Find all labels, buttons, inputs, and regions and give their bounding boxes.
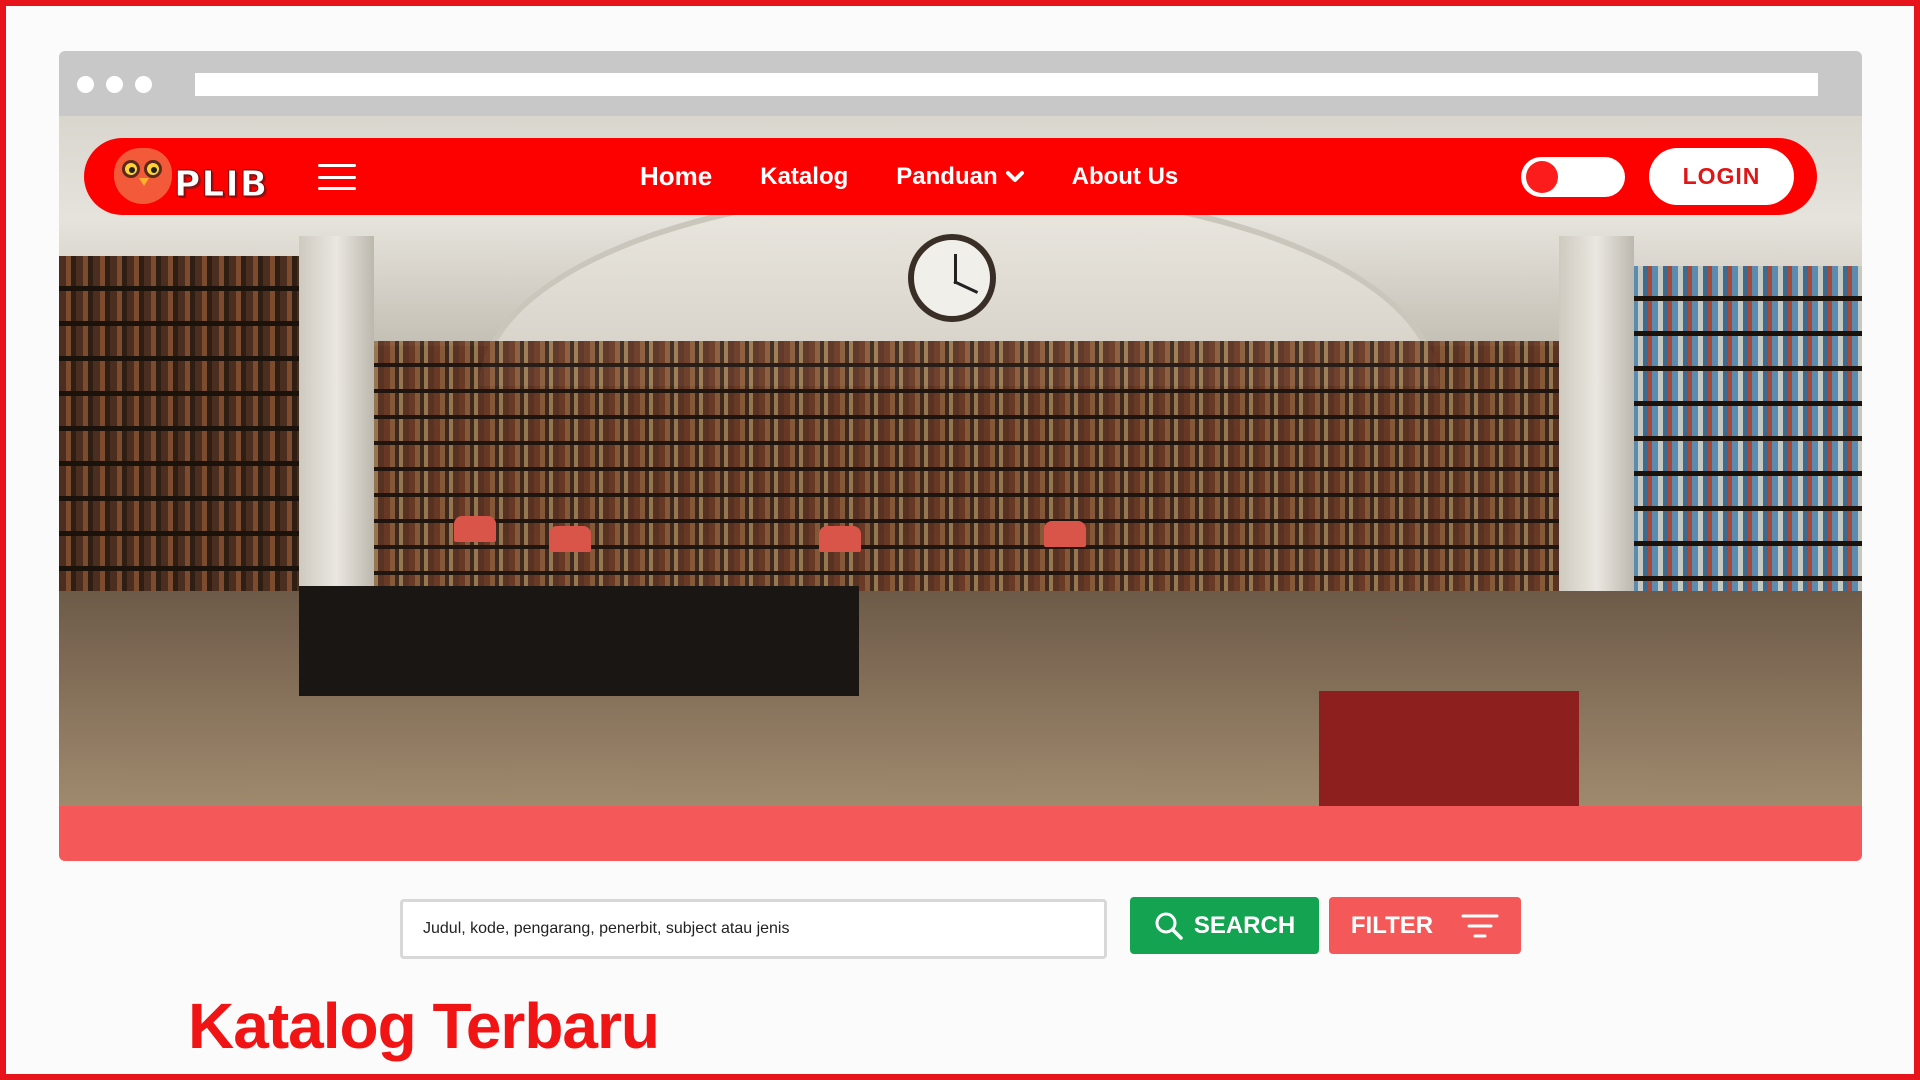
hero-library-image xyxy=(59,116,1862,806)
nav-links: Home Katalog Panduan About Us xyxy=(640,138,1178,215)
window-dot-icon xyxy=(135,76,152,93)
window-dot-icon xyxy=(106,76,123,93)
search-icon xyxy=(1155,912,1183,940)
filter-button[interactable]: FILTER xyxy=(1329,897,1521,954)
search-input[interactable] xyxy=(400,899,1107,959)
nav-item-panduan[interactable]: Panduan xyxy=(896,162,1024,191)
nav-item-about-us[interactable]: About Us xyxy=(1072,163,1179,191)
login-button[interactable]: LOGIN xyxy=(1649,148,1794,205)
address-bar[interactable] xyxy=(195,73,1818,96)
search-button[interactable]: SEARCH xyxy=(1130,897,1319,954)
clock-icon xyxy=(908,234,996,322)
nav-item-katalog[interactable]: Katalog xyxy=(760,163,848,191)
filter-button-label: FILTER xyxy=(1350,911,1434,939)
filter-icon xyxy=(1461,914,1499,937)
toggle-knob xyxy=(1526,161,1558,193)
theme-toggle[interactable] xyxy=(1521,157,1625,197)
owl-logo-icon xyxy=(114,148,172,204)
hamburger-icon[interactable] xyxy=(318,164,356,190)
hero-bottom-band xyxy=(59,806,1862,861)
chevron-down-icon xyxy=(1005,170,1024,182)
search-button-label: SEARCH xyxy=(1193,911,1296,939)
section-title: Katalog Terbaru xyxy=(188,990,660,1062)
nav-item-home[interactable]: Home xyxy=(640,161,712,192)
logo-text: PLIB xyxy=(173,164,269,206)
nav-item-panduan-label: Panduan xyxy=(896,162,998,190)
browser-chrome xyxy=(59,51,1862,116)
navbar: PLIB Home Katalog Panduan About Us LOGIN xyxy=(84,138,1817,215)
window-dot-icon xyxy=(77,76,94,93)
brand-logo[interactable]: PLIB xyxy=(114,146,294,208)
